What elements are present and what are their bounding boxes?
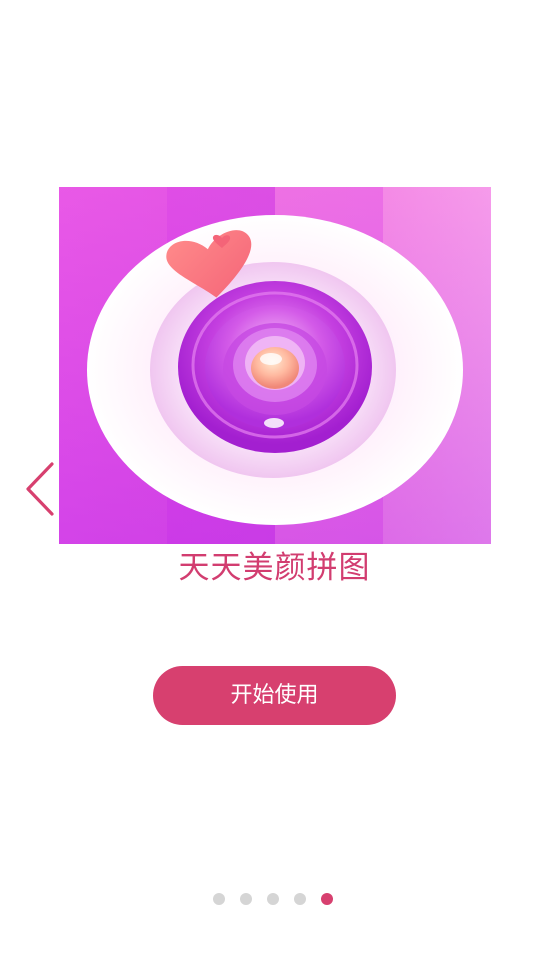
app-logo-illustration [59,187,491,544]
start-button[interactable]: 开始使用 [153,666,396,725]
page-dot-active[interactable] [321,893,333,905]
page-dot[interactable] [267,893,279,905]
guide-screen: 天天美颜拼图 开始使用 [0,0,549,976]
page-dot[interactable] [294,893,306,905]
page-dot[interactable] [213,893,225,905]
page-dot[interactable] [240,893,252,905]
page-indicator [213,893,333,905]
camera-lens-logo [87,215,463,525]
chevron-left-icon[interactable] [22,458,58,520]
app-title: 天天美颜拼图 [178,550,371,586]
